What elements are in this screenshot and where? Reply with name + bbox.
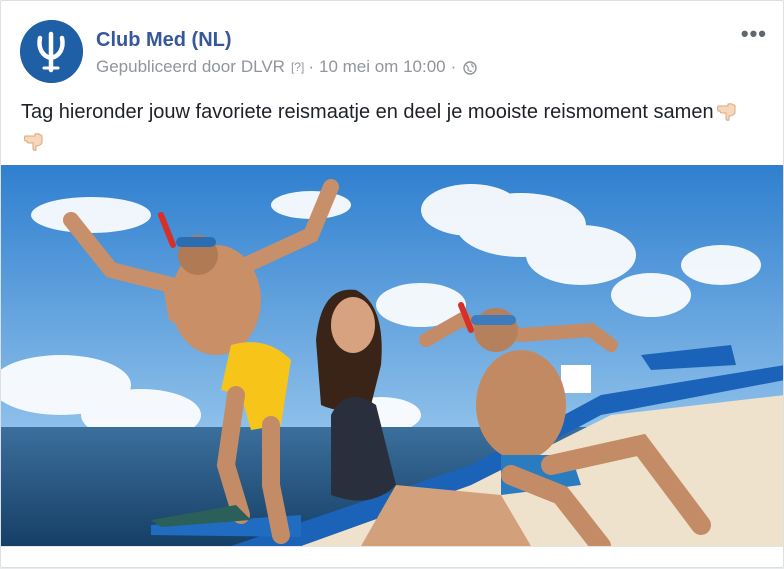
post-caption: Tag hieronder jouw favoriete reismaatje …	[21, 97, 761, 157]
help-link[interactable]: [?]	[291, 60, 304, 74]
more-options-button[interactable]: •••	[741, 21, 767, 47]
page-name-link[interactable]: Club Med (NL)	[96, 29, 232, 52]
published-prefix: Gepubliceerd door	[96, 57, 236, 76]
hand-pointing-down-icon	[23, 130, 45, 151]
publisher-link[interactable]: DLVR	[241, 57, 285, 77]
post-header: Club Med (NL) Gepubliceerd door DLVR [?]…	[1, 1, 783, 91]
post-meta: Gepubliceerd door DLVR [?] · 10 mei om 1…	[96, 57, 477, 77]
page-avatar[interactable]	[20, 20, 83, 83]
club-med-trident-logo	[20, 20, 83, 83]
post-photo[interactable]	[1, 165, 783, 546]
post-timestamp-link[interactable]: 10 mei om 10:00	[319, 57, 446, 77]
post-divider	[1, 546, 783, 547]
caption-text: Tag hieronder jouw favoriete reismaatje …	[21, 101, 714, 123]
meta-separator: ·	[450, 57, 457, 76]
hand-pointing-down-icon	[716, 100, 738, 121]
globe-icon[interactable]	[463, 60, 477, 75]
boat-snorkel-photo	[1, 165, 783, 546]
facebook-post: Club Med (NL) Gepubliceerd door DLVR [?]…	[0, 0, 784, 568]
meta-separator: ·	[308, 57, 314, 76]
